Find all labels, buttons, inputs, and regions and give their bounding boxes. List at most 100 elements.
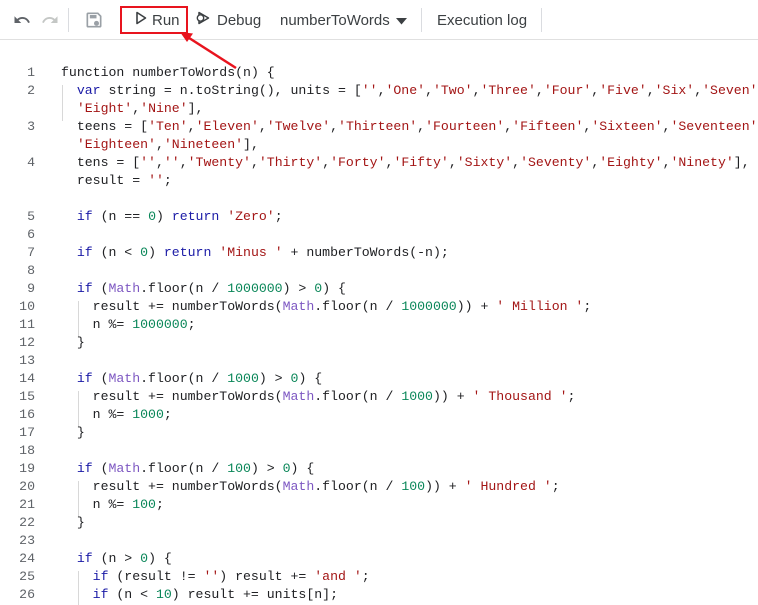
line-number: 19 [19,461,35,476]
code-line[interactable]: 22 } [0,514,758,532]
function-select[interactable]: numberToWords [280,8,407,32]
code-line[interactable]: 9 if (Math.floor(n / 1000000) > 0) { [0,280,758,298]
code-token: .floor(n / [314,479,402,494]
code-line[interactable]: 2 var string = n.toString(), units = [''… [0,82,758,100]
code-token: ( [92,281,109,296]
line-number: 7 [27,245,35,260]
code-line[interactable]: 1 function numberToWords(n) { [0,64,758,82]
code-text: 'Eight','Nine'], [61,100,204,118]
code-token: function [61,65,133,80]
code-token: (result != [108,569,204,584]
code-line[interactable]: 26 if (n < 10) result += units[n]; [0,586,758,604]
line-number: 17 [19,425,35,440]
code-line[interactable]: 14 if (Math.floor(n / 1000) > 0) { [0,370,758,388]
code-line[interactable]: 5 if (n == 0) return 'Zero'; [0,208,758,226]
code-line[interactable]: 15 result += numberToWords(Math.floor(n … [0,388,758,406]
code-text: if (n == 0) return 'Zero'; [61,208,283,226]
code-token: if [76,209,93,224]
save-button[interactable] [82,8,106,32]
code-token: if [76,371,93,386]
code-token: if [76,281,93,296]
code-token: (n < [92,245,141,260]
code-token: .floor(n / [314,299,402,314]
code-line[interactable]: 3 teens = ['Ten','Eleven','Twelve','Thir… [0,118,758,136]
code-line[interactable]: 'Eight','Nine'], [0,100,758,118]
code-token: )) + [425,479,465,494]
undo-button[interactable] [10,8,34,32]
code-line[interactable]: 7 if (n < 0) return 'Minus ' + numberToW… [0,244,758,262]
code-token: ) [155,209,172,224]
code-text: if (Math.floor(n / 1000) > 0) { [61,370,322,388]
code-token: if [92,569,109,584]
code-token: ( [92,371,109,386]
code-line[interactable]: 17 } [0,424,758,442]
execution-log-button[interactable]: Execution log [437,8,527,32]
code-token: ; [187,317,196,332]
code-line[interactable]: 25 if (result != '') result += 'and '; [0,568,758,586]
code-text: 'Eighteen','Nineteen'], [61,136,259,154]
code-token: var [76,83,101,98]
code-token: , [330,119,339,134]
code-token: , [179,155,188,170]
debug-button[interactable]: Debug [196,8,261,32]
code-token: '' [148,173,164,188]
code-token: 'Fourteen' [425,119,505,134]
code-token: 'Three' [480,83,536,98]
redo-button[interactable] [38,8,62,32]
code-line[interactable]: 13 [0,352,758,370]
line-number: 6 [27,227,35,242]
code-token: , [250,155,259,170]
code-line[interactable]: 18 [0,442,758,460]
code-line[interactable] [0,190,758,208]
line-number: 12 [19,335,35,350]
code-line[interactable]: 16 n %= 1000; [0,406,758,424]
code-text: if (Math.floor(n / 100) > 0) { [61,460,314,478]
run-highlight-box [120,6,188,34]
line-number: 20 [19,479,35,494]
code-line[interactable]: 6 [0,226,758,244]
code-line[interactable]: 20 result += numberToWords(Math.floor(n … [0,478,758,496]
code-token: result += numberToWords( [61,299,283,314]
code-token: 'Nine' [140,101,188,116]
code-line[interactable]: 4 tens = ['','','Twenty','Thirty','Forty… [0,154,758,172]
code-line[interactable]: 'Eighteen','Nineteen'], [0,136,758,154]
code-token: 'Eleven' [195,119,259,134]
code-line[interactable]: 23 [0,532,758,550]
code-token: 'Sixteen' [591,119,663,134]
code-line[interactable]: 8 [0,262,758,280]
code-line[interactable]: 19 if (Math.floor(n / 100) > 0) { [0,460,758,478]
code-text: n %= 1000000; [61,316,196,334]
code-token: ], [733,155,750,170]
code-editor[interactable]: 1 function numberToWords(n) {2 var string… [0,58,758,605]
code-token: , [646,83,655,98]
code-token: Math [282,299,315,314]
code-line[interactable]: result = ''; [0,172,758,190]
code-token: , [535,83,544,98]
code-line[interactable]: 12 } [0,334,758,352]
code-token: 1000 [227,371,259,386]
code-token: 1000 [401,389,433,404]
code-token: ) { [148,551,172,566]
code-token: 'Six' [654,83,695,98]
code-token: 'Five' [599,83,647,98]
code-token: 100 [401,479,426,494]
code-line[interactable]: 24 if (n > 0) { [0,550,758,568]
code-text: if (n < 0) return 'Minus ' + numberToWor… [61,244,449,262]
line-number: 25 [19,569,35,584]
code-token: 'Two' [432,83,473,98]
code-token: ' Thousand ' [472,389,568,404]
toolbar-divider [68,8,69,32]
code-token: 'Thirteen' [338,119,418,134]
code-token: ; [274,209,283,224]
code-line[interactable]: 10 result += numberToWords(Math.floor(n … [0,298,758,316]
code-line[interactable]: 11 n %= 1000000; [0,316,758,334]
code-token: , [694,83,703,98]
code-token: result = [61,173,149,188]
code-token: Math [282,479,315,494]
code-line[interactable]: 21 n %= 100; [0,496,758,514]
code-token: , [132,101,141,116]
code-token: ], [243,137,259,152]
code-token: 'Minus ' [219,245,283,260]
